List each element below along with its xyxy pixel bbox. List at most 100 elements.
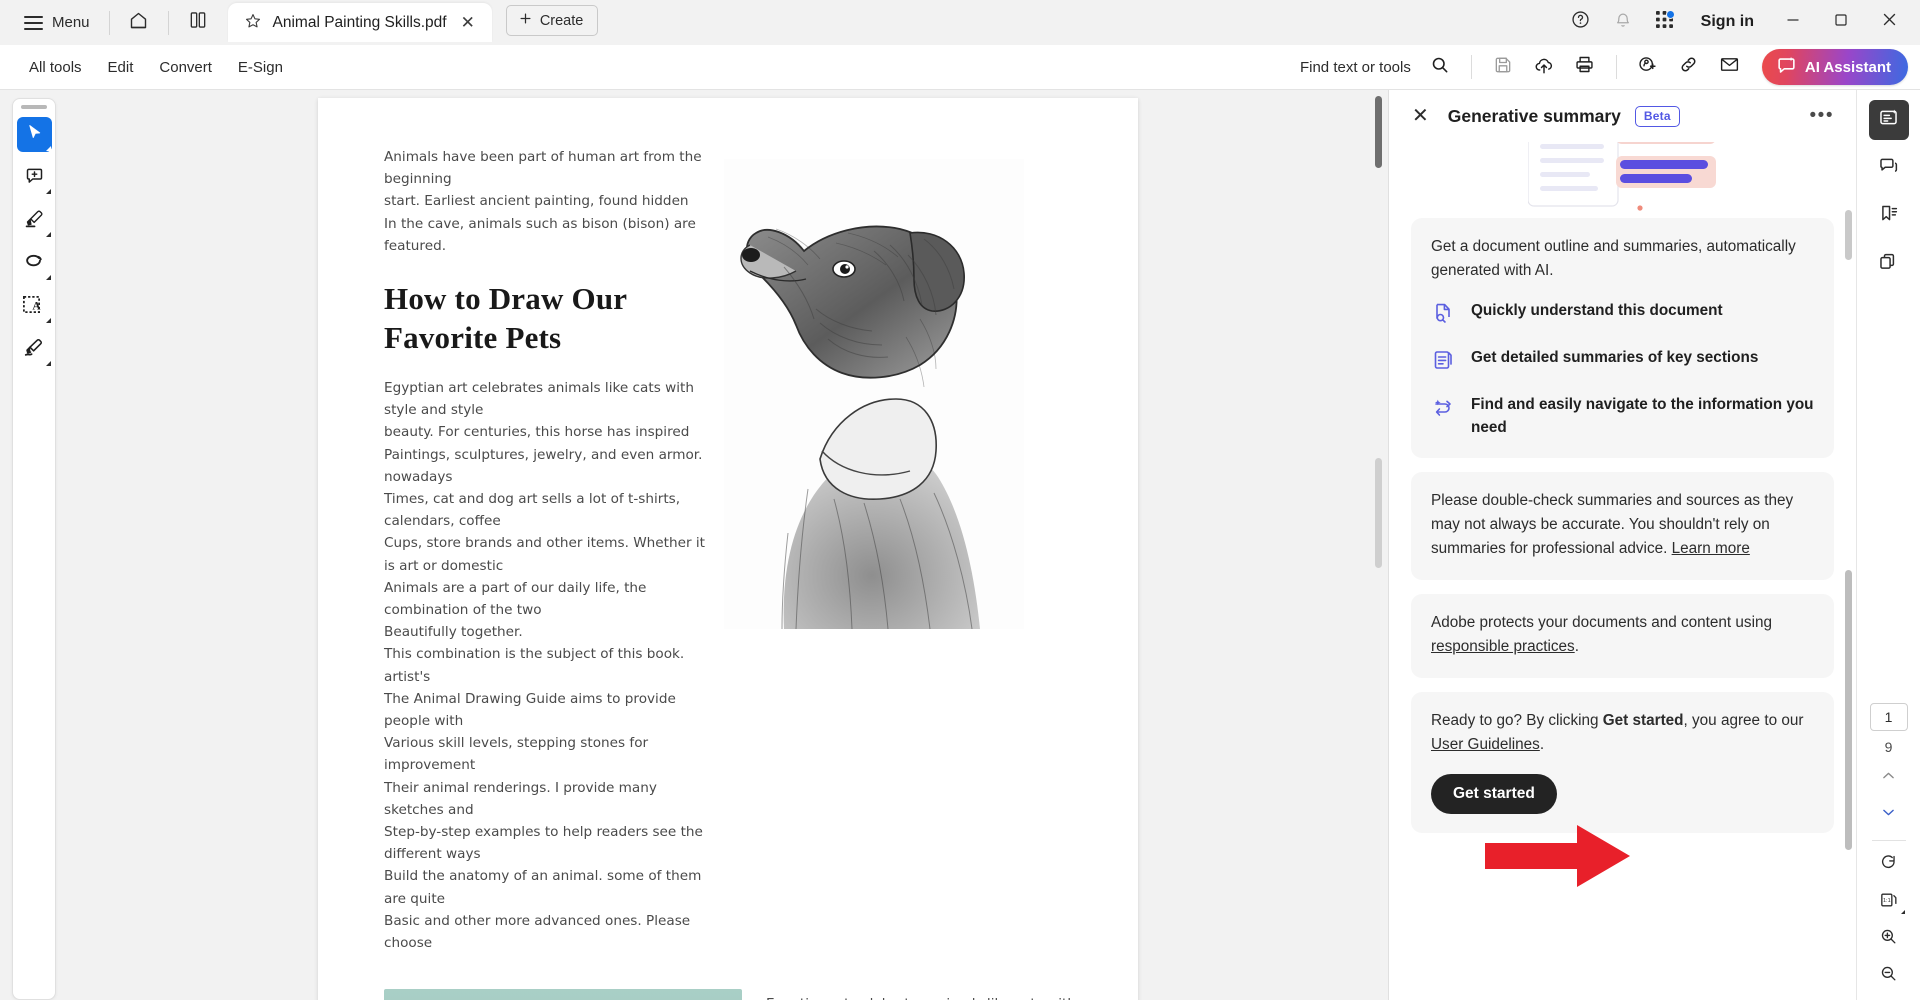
ai-assistant-label: AI Assistant (1804, 58, 1891, 76)
navigate-shuffle-icon (1431, 393, 1457, 424)
draw-tool-button[interactable] (17, 246, 52, 281)
bookmarks-panel-button[interactable] (1869, 196, 1909, 236)
fit-page-button[interactable]: 1:1 (1869, 886, 1909, 918)
apps-badge-dot (1666, 10, 1676, 19)
intro-text: Get a document outline and summaries, au… (1431, 238, 1796, 279)
notifications-button[interactable] (1603, 5, 1643, 39)
zoom-out-button[interactable] (1869, 960, 1909, 992)
title-bar-left: Menu Animal Painting Skills.pdf ✕ Create (14, 0, 599, 45)
responsible-practices-link[interactable]: responsible practices (1431, 638, 1575, 655)
print-button[interactable] (1566, 50, 1604, 84)
search-icon (1430, 55, 1450, 80)
help-button[interactable] (1561, 5, 1601, 39)
user-guidelines-link[interactable]: User Guidelines (1431, 736, 1540, 753)
rotate-button[interactable] (1869, 849, 1909, 881)
page-heading: How to Draw Our Favorite Pets (384, 281, 627, 356)
search-button[interactable] (1421, 50, 1459, 84)
save-floppy-icon (1493, 55, 1513, 80)
highlighter-pen-icon (24, 208, 45, 234)
ai-assistant-button[interactable]: AI Assistant (1761, 49, 1908, 85)
svg-text:A: A (32, 300, 41, 312)
chevron-icon (45, 318, 51, 323)
tab-close-icon[interactable]: ✕ (458, 12, 478, 33)
current-page-input[interactable]: 1 (1869, 703, 1908, 731)
find-label[interactable]: Find text or tools (1300, 59, 1411, 76)
tab-esign[interactable]: E-Sign (225, 52, 296, 83)
menu-button[interactable]: Menu (14, 6, 100, 40)
cloud-upload-button[interactable] (1525, 50, 1563, 84)
previous-page-button[interactable] (1869, 762, 1909, 794)
feature-label: Get detailed summaries of key sections (1471, 349, 1759, 366)
maximize-button[interactable] (1818, 3, 1864, 41)
view-panel-icon (188, 10, 208, 35)
learn-more-link[interactable]: Learn more (1672, 540, 1750, 557)
text-box-tool-button[interactable]: A (17, 289, 52, 324)
bookmark-list-icon (1878, 203, 1899, 229)
highlight-tool-button[interactable] (17, 203, 52, 238)
ai-sparkle-chat-icon (1776, 55, 1797, 80)
divider (1871, 840, 1906, 841)
hero-illustration (1411, 142, 1834, 218)
body-line: Step-by-step examples to help readers se… (384, 824, 703, 863)
scrollbar-thumb[interactable] (1375, 96, 1382, 168)
workspace: A Animals have been part of human art fr… (0, 90, 1920, 1000)
page-thumbnails-panel-button[interactable] (1869, 244, 1909, 284)
body-line: Times, cat and dog art sells a lot of t-… (384, 491, 681, 530)
tab-all-tools[interactable]: All tools (16, 52, 95, 83)
document-search-icon (1431, 299, 1457, 330)
document-scrollbar[interactable] (1374, 90, 1384, 1000)
zoom-out-icon (1879, 964, 1898, 988)
panel-scrollbar[interactable] (1845, 210, 1852, 850)
minimize-icon (1786, 13, 1800, 32)
scrollbar-thumb-top[interactable] (1845, 210, 1852, 260)
panel-header: ✕ Generative summary Beta ••• (1389, 90, 1856, 142)
rotate-clockwise-icon (1879, 853, 1898, 877)
email-button[interactable] (1711, 50, 1749, 84)
share-with-people-button[interactable] (1629, 50, 1667, 84)
feature-label: Find and easily navigate to the informat… (1471, 396, 1814, 436)
select-tool-button[interactable] (16, 117, 52, 152)
signature-tool-button[interactable] (17, 332, 52, 367)
apps-button[interactable] (1645, 5, 1685, 39)
minimize-button[interactable] (1770, 3, 1816, 41)
home-button[interactable] (119, 6, 159, 40)
body-line: beauty. For centuries, this horse has in… (384, 424, 690, 441)
body-line: Paintings, sculptures, jewelry, and even… (384, 446, 703, 485)
get-started-button[interactable]: Get started (1431, 774, 1557, 814)
tab-edit[interactable]: Edit (95, 52, 147, 83)
plant-photo-image (384, 989, 742, 1000)
intro-line: Animals have been part of human art from… (384, 149, 702, 188)
chevron-icon (45, 189, 51, 194)
create-button[interactable]: Create (505, 5, 599, 36)
next-page-button[interactable] (1869, 799, 1909, 831)
ai-summary-panel-button[interactable] (1868, 100, 1909, 140)
print-icon (1574, 54, 1595, 80)
save-button[interactable] (1484, 50, 1522, 84)
zoom-in-button[interactable] (1869, 923, 1909, 955)
star-icon[interactable] (244, 12, 262, 34)
copy-link-button[interactable] (1670, 50, 1708, 84)
tab-convert[interactable]: Convert (146, 52, 225, 83)
close-window-button[interactable] (1866, 3, 1912, 41)
document-tab[interactable]: Animal Painting Skills.pdf ✕ (227, 3, 492, 42)
tool-card: A (12, 98, 56, 1000)
page-navigation-controls: 1 9 1:1 (1857, 703, 1920, 992)
document-viewport[interactable]: Animals have been part of human art from… (68, 90, 1388, 1000)
page-bottom-block: Egyptian art celebrates animals like cat… (384, 989, 1076, 1000)
view-panel-button[interactable] (178, 6, 218, 40)
comment-tool-button[interactable] (17, 160, 52, 195)
mail-icon (1719, 54, 1740, 80)
dog-sketch-image (724, 146, 1024, 954)
chevron-icon (1900, 910, 1905, 914)
divider (1615, 55, 1617, 79)
drag-handle[interactable] (21, 105, 47, 109)
sign-in-button[interactable]: Sign in (1687, 13, 1768, 31)
acrobat-window: Menu Animal Painting Skills.pdf ✕ Create… (0, 0, 1920, 1000)
comments-panel-button[interactable] (1869, 148, 1909, 188)
more-options-icon[interactable]: ••• (1804, 105, 1840, 127)
page-text-column: Animals have been part of human art from… (384, 146, 724, 954)
pages-copy-icon (1878, 251, 1899, 277)
close-icon[interactable]: ✕ (1407, 103, 1434, 129)
scrollbar-thumb[interactable] (1845, 570, 1852, 850)
chevron-up-icon (1880, 767, 1897, 789)
